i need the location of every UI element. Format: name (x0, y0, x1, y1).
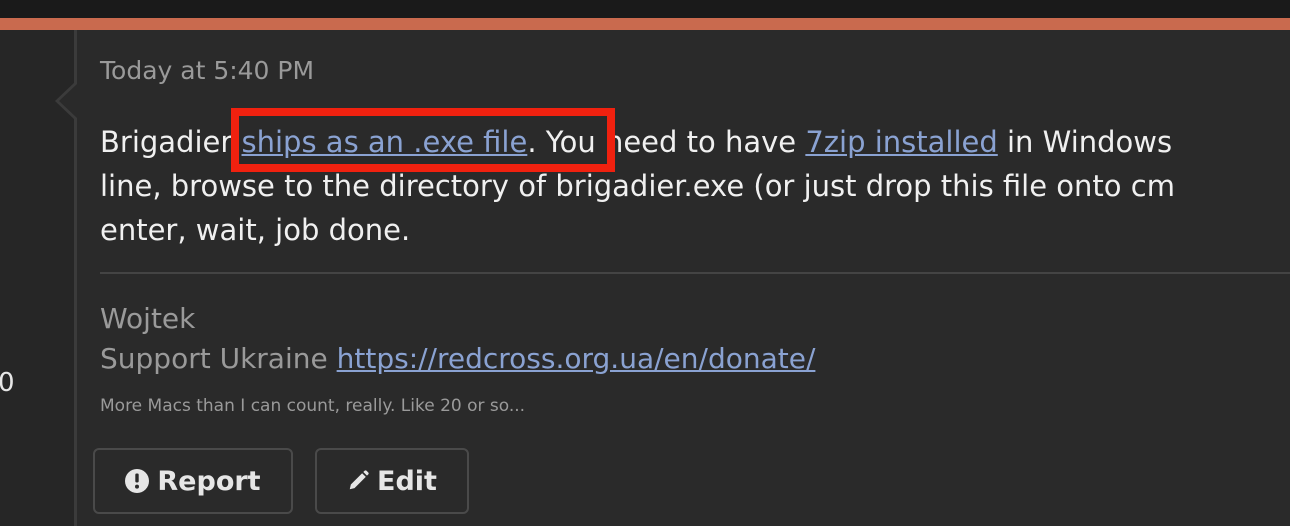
signature-support-text: Support Ukraine (100, 342, 337, 375)
signature-separator (100, 272, 1290, 274)
message-pointer-inner (59, 84, 77, 118)
donate-link[interactable]: https://redcross.org.ua/en/donate/ (337, 342, 816, 375)
post-text: Brigadier (100, 125, 242, 159)
message-content: Today at 5:40 PM Brigadier ships as an .… (77, 30, 1290, 526)
accent-bar (0, 18, 1290, 30)
exclamation-circle-icon (125, 469, 150, 493)
post-line-3: enter, wait, job done. (100, 213, 411, 247)
signature-tagline: More Macs than I can count, really. Like… (100, 396, 526, 416)
post-text: in Windows (997, 125, 1173, 159)
pencil-icon (347, 470, 369, 492)
post-timestamp[interactable]: Today at 5:40 PM (100, 56, 314, 85)
edit-label: Edit (377, 465, 437, 497)
user-stat-fragment: 0 (0, 368, 15, 398)
report-label: Report (157, 465, 261, 497)
edit-button[interactable]: Edit (315, 448, 469, 514)
signature-support-line: Support Ukraine https://redcross.org.ua/… (100, 342, 815, 375)
report-button[interactable]: Report (93, 448, 293, 514)
signature-name: Wojtek (100, 302, 196, 335)
top-bar (0, 0, 1290, 18)
7zip-link[interactable]: 7zip installed (805, 125, 997, 159)
highlight-annotation-box (231, 108, 615, 172)
